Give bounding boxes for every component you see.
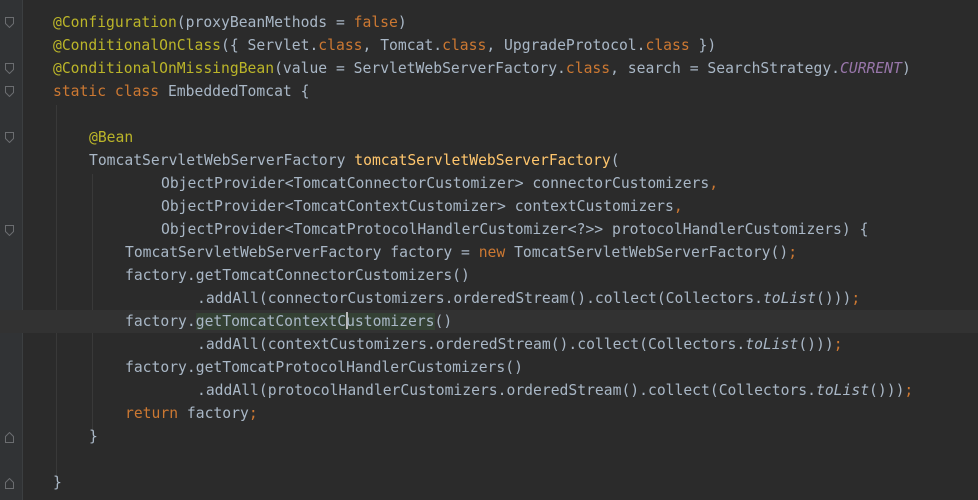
code-line-7[interactable]: TomcatServletWebServerFactory tomcatServ… [0,149,978,172]
code-token: , search = SearchStrategy. [610,60,841,77]
static-method: toList [762,290,816,307]
code-line-12[interactable]: factory.getTomcatConnectorCustomizers() [0,264,978,287]
code-token: (proxyBeanMethods = [176,14,354,31]
code-line-19[interactable]: } [0,425,978,448]
code-token: , Tomcat. [362,37,443,54]
code-token: ({ Servlet. [221,37,319,54]
code-token: EmbeddedTomcat { [167,83,310,100]
punctuation: ; [851,290,861,307]
annotation: @ConditionalOnMissingBean [53,60,275,77]
code-line-13[interactable]: .addAll(connectorCustomizers.orderedStre… [0,287,978,310]
code-line-17[interactable]: .addAll(protocolHandlerCustomizers.order… [0,379,978,402]
code-token: (value = ServletWebServerFactory. [274,60,566,77]
punctuation: ; [904,382,914,399]
annotation: @Configuration [53,14,177,31]
code-token: .addAll(connectorCustomizers.orderedStre… [197,290,763,307]
annotation: @Bean [89,129,134,146]
code-token: getTomcatContextC [195,313,347,330]
code-editor[interactable]: @Configuration(proxyBeanMethods = false)… [0,0,978,500]
code-token: ObjectProvider<TomcatProtocolHandlerCust… [161,221,869,238]
code-line-3[interactable]: @ConditionalOnMissingBean(value = Servle… [0,57,978,80]
code-token: factory. [125,313,196,330]
punctuation: , [673,198,683,215]
code-token: ustomizers [346,313,435,330]
keyword: static [53,83,115,100]
code-line-6[interactable]: @Bean [0,126,978,149]
code-line-10[interactable]: ObjectProvider<TomcatProtocolHandlerCust… [0,218,978,241]
code-line-18[interactable]: return factory; [0,402,978,425]
code-line-2[interactable]: @ConditionalOnClass({ Servlet.class, Tom… [0,34,978,57]
annotation: @ConditionalOnClass [53,37,222,54]
code-token: ())) [869,382,905,399]
keyword: new [478,244,515,261]
code-token: ( [610,152,620,169]
code-token: TomcatServletWebServerFactory factory = [125,244,479,261]
punctuation: , [709,175,719,192]
code-token: } [89,428,98,445]
code-line-21[interactable]: } [0,471,978,494]
static-method: toList [745,336,799,353]
code-token: } [53,474,62,491]
code-token: factory.getTomcatConnectorCustomizers() [125,267,470,284]
keyword: class [565,60,611,77]
code-token: , UpgradeProtocol. [486,37,646,54]
code-token: }) [689,37,717,54]
code-token: TomcatServletWebServerFactory() [514,244,789,261]
code-line-8[interactable]: ObjectProvider<TomcatConnectorCustomizer… [0,172,978,195]
static-method: toList [815,382,870,399]
highlighted-identifier: getTomcatContextCustomizers [195,312,435,330]
method-name: tomcatServletWebServerFactory [354,152,611,169]
keyword: return [125,405,187,422]
code-token: ) [397,14,407,31]
code-line-4[interactable]: static class EmbeddedTomcat { [0,80,978,103]
code-token: TomcatServletWebServerFactory [89,152,355,169]
code-token: ())) [816,290,852,307]
code-token: ())) [798,336,834,353]
code-token: ObjectProvider<TomcatConnectorCustomizer… [161,175,710,192]
keyword: class [442,37,487,54]
code-line-14-current[interactable]: factory.getTomcatContextCustomizers() [0,310,978,333]
static-field: CURRENT [840,60,902,77]
code-token: factory.getTomcatProtocolHandlerCustomiz… [125,359,523,376]
code-line-16[interactable]: factory.getTomcatProtocolHandlerCustomiz… [0,356,978,379]
code-token: ) [901,60,911,77]
code-line-11[interactable]: TomcatServletWebServerFactory factory = … [0,241,978,264]
code-line-9[interactable]: ObjectProvider<TomcatContextCustomizer> … [0,195,978,218]
code-line-15[interactable]: .addAll(contextCustomizers.orderedStream… [0,333,978,356]
code-token: factory [186,405,249,422]
code-token: () [434,313,453,330]
punctuation: ; [788,244,798,261]
code-token: .addAll(contextCustomizers.orderedStream… [197,336,746,353]
keyword: class [645,37,690,54]
code-token: ObjectProvider<TomcatContextCustomizer> … [161,198,674,215]
code-token: .addAll(protocolHandlerCustomizers.order… [197,382,816,399]
code-line-1[interactable]: @Configuration(proxyBeanMethods = false) [0,11,978,34]
keyword: false [353,14,398,31]
keyword: class [318,37,363,54]
keyword: class [114,83,168,100]
punctuation: ; [833,336,843,353]
punctuation: ; [248,405,258,422]
